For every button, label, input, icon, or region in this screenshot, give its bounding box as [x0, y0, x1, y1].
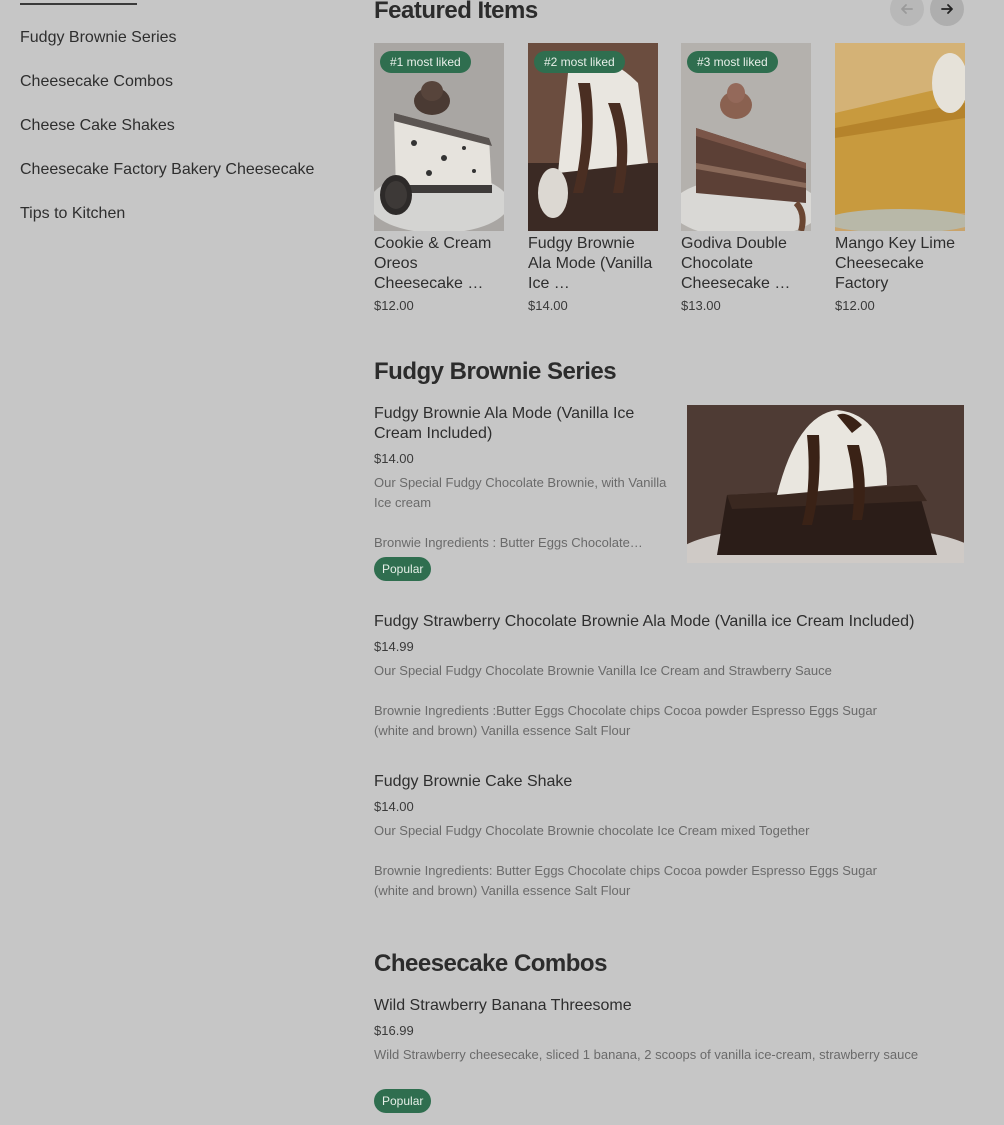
featured-card-price: $13.00 [681, 298, 721, 313]
featured-card-price: $14.00 [528, 298, 568, 313]
menu-item-description: Our Special Fudgy Chocolate Brownie Vani… [374, 663, 832, 678]
menu-item-name[interactable]: Fudgy Brownie Ala Mode (Vanilla Ice Crea… [374, 404, 674, 444]
section-title-fudgy-brownie-series: Fudgy Brownie Series [374, 358, 617, 385]
featured-rank-badge: #2 most liked [534, 51, 625, 73]
featured-card-name: Godiva Double Chocolate Cheesecake … [681, 235, 791, 292]
arrow-left-icon [901, 4, 913, 14]
menu-item-image[interactable] [687, 405, 964, 563]
sidebar-item-bakery-cheesecake[interactable]: Cheesecake Factory Bakery Cheesecake [20, 160, 314, 180]
featured-card-image: #3 most liked [681, 43, 811, 231]
featured-card-name: Mango Key Lime Cheesecake Factory [835, 235, 956, 292]
featured-card-price: $12.00 [835, 298, 875, 313]
featured-rank-badge: #3 most liked [687, 51, 778, 73]
featured-card[interactable]: Mango Key Lime Cheesecake Factory $12.00 [835, 43, 965, 313]
popular-badge: Popular [374, 557, 432, 581]
menu-item-name[interactable]: Fudgy Brownie Cake Shake [374, 772, 572, 792]
active-category-indicator [20, 3, 137, 5]
sidebar-item-cheese-cake-shakes[interactable]: Cheese Cake Shakes [20, 116, 175, 136]
sidebar-item-tips-to-kitchen[interactable]: Tips to Kitchen [20, 204, 125, 224]
featured-card[interactable]: #3 most liked Godiva Double Chocolate Ch… [681, 43, 811, 313]
menu-item-ingredients: Bronwie Ingredients : Butter Eggs Chocol… [374, 535, 643, 550]
menu-item-description: Our Special Fudgy Chocolate Brownie choc… [374, 823, 810, 838]
featured-card[interactable]: #1 most liked Cookie & Cream Oreos Chees… [374, 43, 504, 313]
section-title-cheesecake-combos: Cheesecake Combos [374, 950, 607, 977]
featured-card-image: #1 most liked [374, 43, 504, 231]
menu-item-price: $14.00 [374, 451, 414, 466]
menu-item-name[interactable]: Fudgy Strawberry Chocolate Brownie Ala M… [374, 612, 914, 632]
menu-item-ingredients: Brownie Ingredients :Butter Eggs Chocola… [374, 703, 877, 738]
featured-card-price: $12.00 [374, 298, 414, 313]
carousel-prev-button[interactable] [890, 0, 924, 26]
featured-rank-badge: #1 most liked [380, 51, 471, 73]
sidebar-item-cheesecake-combos[interactable]: Cheesecake Combos [20, 72, 173, 92]
featured-card[interactable]: #2 most liked Fudgy Brownie Ala Mode (Va… [528, 43, 658, 313]
featured-card-image [835, 43, 965, 231]
featured-card-name: Cookie & Cream Oreos Cheesecake … [374, 235, 492, 292]
carousel-next-button[interactable] [930, 0, 964, 26]
menu-item-description: Wild Strawberry cheesecake, sliced 1 ban… [374, 1047, 919, 1062]
featured-card-image: #2 most liked [528, 43, 658, 231]
menu-item-ingredients: Brownie Ingredients: Butter Eggs Chocola… [374, 863, 877, 898]
featured-card-name: Fudgy Brownie Ala Mode (Vanilla Ice … [528, 235, 653, 292]
menu-item-description: Our Special Fudgy Chocolate Brownie, wit… [374, 475, 667, 510]
menu-item-price: $14.99 [374, 639, 414, 654]
menu-item-name[interactable]: Wild Strawberry Banana Threesome [374, 996, 632, 1016]
sidebar-item-fudgy-brownie-series[interactable]: Fudgy Brownie Series [20, 28, 177, 48]
popular-badge: Popular [374, 1089, 432, 1113]
featured-items-title: Featured Items [374, 0, 538, 24]
menu-item-price: $14.00 [374, 799, 414, 814]
arrow-right-icon [941, 4, 953, 14]
menu-item-price: $16.99 [374, 1023, 414, 1038]
